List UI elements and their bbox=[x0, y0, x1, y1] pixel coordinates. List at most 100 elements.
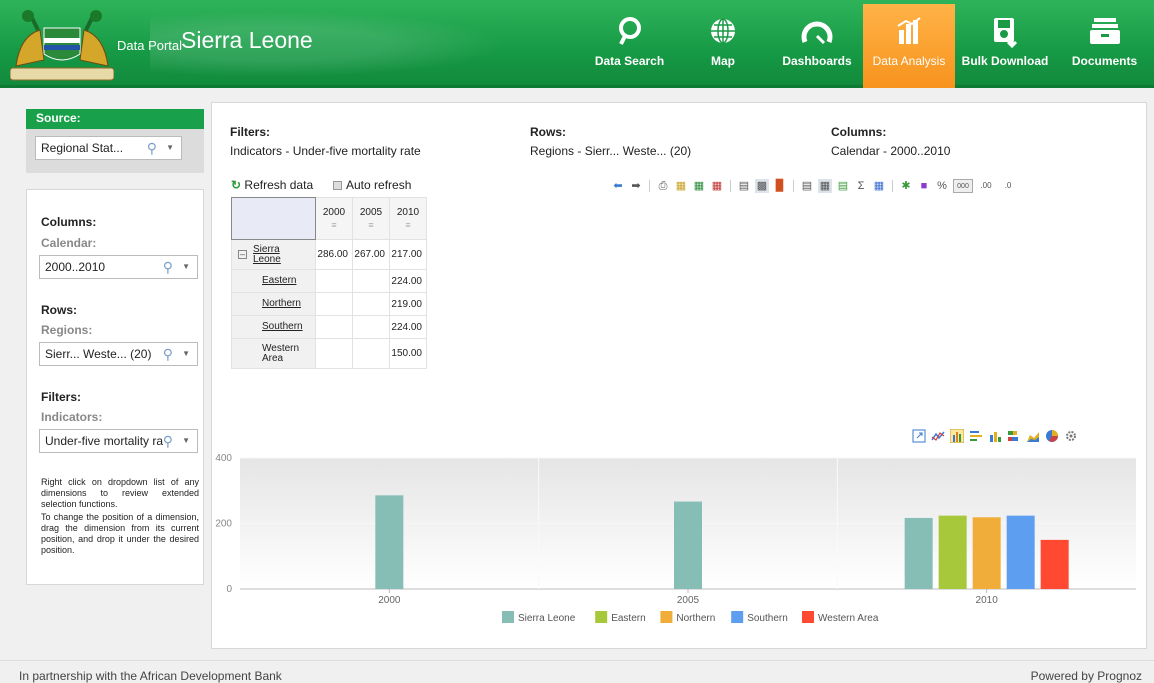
chevron-down-icon[interactable]: ▼ bbox=[182, 256, 190, 278]
column-header[interactable]: 2010 ≡ bbox=[389, 197, 427, 240]
column-header[interactable]: 2005 ≡ bbox=[352, 197, 390, 240]
table-cell: 150.00 bbox=[389, 338, 427, 369]
sum-icon[interactable]: Σ bbox=[854, 179, 868, 193]
row-header[interactable]: – Sierra Leone bbox=[231, 239, 316, 270]
summary-rows-value: Regions - Sierr... Weste... (20) bbox=[530, 144, 692, 158]
search-icon[interactable]: ⚲ bbox=[163, 430, 173, 452]
row-header[interactable]: Eastern bbox=[231, 269, 316, 293]
table-cell: 267.00 bbox=[352, 239, 390, 270]
increase-decimals-icon[interactable]: .00 bbox=[977, 179, 995, 193]
sort-icon[interactable]: ≡ bbox=[390, 219, 426, 231]
footer: In partnership with the African Developm… bbox=[0, 660, 1154, 683]
legend-swatch bbox=[731, 611, 744, 623]
portal-title: Sierra Leone bbox=[181, 27, 313, 53]
columns-select[interactable]: 2000..2010 ⚲ ▼ bbox=[39, 255, 198, 279]
expand-icon[interactable] bbox=[912, 429, 926, 443]
table-cell bbox=[352, 292, 390, 316]
table-cell bbox=[352, 269, 390, 293]
nav-map[interactable]: Map bbox=[675, 4, 771, 88]
source-select[interactable]: Regional Stat... ⚲ ▼ bbox=[35, 136, 182, 160]
format-icon[interactable]: ■ bbox=[917, 179, 931, 193]
row-header[interactable]: Northern bbox=[231, 292, 316, 316]
layout-icon[interactable]: ▤ bbox=[800, 179, 814, 193]
pivot-icon[interactable]: ▦ bbox=[818, 179, 832, 193]
search-icon[interactable]: ⚲ bbox=[163, 256, 173, 278]
decrease-decimals-icon[interactable]: .0 bbox=[999, 179, 1017, 193]
nav-label: Documents bbox=[1071, 54, 1138, 68]
chevron-down-icon[interactable]: ▼ bbox=[182, 343, 190, 365]
arrow-left-icon[interactable]: ⬅ bbox=[611, 179, 625, 193]
sort-icon[interactable]: ≡ bbox=[353, 219, 389, 231]
table-cell bbox=[315, 338, 353, 369]
stacked-column-icon[interactable] bbox=[988, 429, 1002, 443]
chevron-down-icon[interactable]: ▼ bbox=[166, 137, 174, 159]
thousands-icon[interactable]: 000 bbox=[953, 179, 973, 193]
pie-chart-icon[interactable] bbox=[1045, 429, 1059, 443]
bar-chart: 0 200 400 2000 2005 2010 Sierra Leone Eastern… bbox=[215, 453, 1136, 624]
x-tick-label: 2000 bbox=[378, 595, 401, 606]
table-chart-icon[interactable]: ▩ bbox=[755, 179, 769, 193]
nav-bulk-download[interactable]: Bulk Download bbox=[955, 4, 1055, 88]
table-icon[interactable]: ▤ bbox=[737, 179, 751, 193]
stacked-bar-icon[interactable] bbox=[1007, 429, 1021, 443]
column-header[interactable]: 2000 ≡ bbox=[315, 197, 353, 240]
bar bbox=[1040, 539, 1069, 589]
footer-powered-by[interactable]: Powered by Prognoz bbox=[1031, 669, 1142, 683]
arrow-right-icon[interactable]: ➡ bbox=[629, 179, 643, 193]
filters-dimension[interactable]: Indicators: bbox=[41, 410, 102, 424]
column-chart-icon[interactable] bbox=[950, 429, 964, 443]
excel-icon[interactable]: ▦ bbox=[692, 179, 706, 193]
search-icon[interactable]: ⚲ bbox=[147, 137, 157, 159]
table-cell: 217.00 bbox=[389, 239, 427, 270]
auto-refresh-checkbox[interactable]: Auto refresh bbox=[333, 178, 411, 192]
columns-dimension[interactable]: Calendar: bbox=[41, 236, 96, 250]
header: Data Portal Sierra Leone Data Search Map… bbox=[0, 0, 1154, 88]
cells-icon[interactable]: ▦ bbox=[872, 179, 886, 193]
legend-label: Western Area bbox=[818, 613, 879, 624]
download-icon bbox=[994, 18, 1018, 48]
row-header[interactable]: Southern bbox=[231, 315, 316, 339]
grid-icon[interactable]: ▤ bbox=[836, 179, 850, 193]
summary-filters-label: Filters: bbox=[230, 125, 271, 139]
nav-data-search[interactable]: Data Search bbox=[584, 4, 675, 88]
separator bbox=[730, 180, 731, 192]
nav-documents[interactable]: Documents bbox=[1055, 4, 1154, 88]
nav-label: Bulk Download bbox=[961, 54, 1049, 68]
checkbox-icon bbox=[333, 181, 342, 190]
summary-filters-value: Indicators - Under-five mortality rate bbox=[230, 144, 421, 158]
search-icon[interactable]: ⚲ bbox=[163, 343, 173, 365]
area-chart-icon[interactable] bbox=[1026, 429, 1040, 443]
print-icon[interactable]: ⎙ bbox=[656, 179, 670, 193]
row-header-label[interactable]: Western Area bbox=[262, 343, 302, 364]
line-chart-icon[interactable] bbox=[931, 429, 945, 443]
settings-icon[interactable]: ✱ bbox=[899, 179, 913, 193]
chevron-down-icon[interactable]: ▼ bbox=[182, 430, 190, 452]
filters-select[interactable]: Under-five mortality ra ⚲ ▼ bbox=[39, 429, 198, 453]
table-row: Northern 219.00 bbox=[231, 292, 427, 316]
percent-icon[interactable]: % bbox=[935, 179, 949, 193]
export-icon[interactable]: ▦ bbox=[674, 179, 688, 193]
column-header-label: 2010 bbox=[396, 206, 420, 218]
rows-select[interactable]: Sierr... Weste... (20) ⚲ ▼ bbox=[39, 342, 198, 366]
collapse-icon[interactable]: – bbox=[238, 250, 247, 259]
columns-value: 2000..2010 bbox=[45, 260, 106, 274]
bar-chart-icon[interactable] bbox=[969, 429, 983, 443]
source-value: Regional Stat... bbox=[41, 141, 124, 155]
table-cell: 224.00 bbox=[389, 269, 427, 293]
analysis-panel: Filters: Indicators - Under-five mortali… bbox=[211, 102, 1147, 649]
row-header[interactable]: Western Area bbox=[231, 338, 316, 369]
row-header-label[interactable]: Sierra Leone bbox=[253, 244, 291, 265]
nav-data-analysis[interactable]: Data Analysis bbox=[863, 4, 955, 88]
rows-dimension[interactable]: Regions: bbox=[41, 323, 92, 337]
rows-value: Sierr... Weste... (20) bbox=[45, 347, 152, 361]
legend-label: Northern bbox=[676, 613, 715, 624]
pdf-icon[interactable]: ▦ bbox=[710, 179, 724, 193]
sidebar: Source: Regional Stat... ⚲ ▼ Columns: Ca… bbox=[26, 109, 204, 585]
chart-icon[interactable]: ▉ bbox=[773, 179, 787, 193]
chart-settings-icon[interactable] bbox=[1064, 429, 1078, 443]
refresh-data-button[interactable]: ↻ Refresh data bbox=[231, 178, 313, 192]
nav-label: Data Analysis bbox=[872, 54, 946, 68]
nav-dashboards[interactable]: Dashboards bbox=[771, 4, 863, 88]
table-row: – Sierra Leone 286.00 267.00 217.00 bbox=[231, 239, 427, 270]
sort-icon[interactable]: ≡ bbox=[316, 219, 352, 231]
